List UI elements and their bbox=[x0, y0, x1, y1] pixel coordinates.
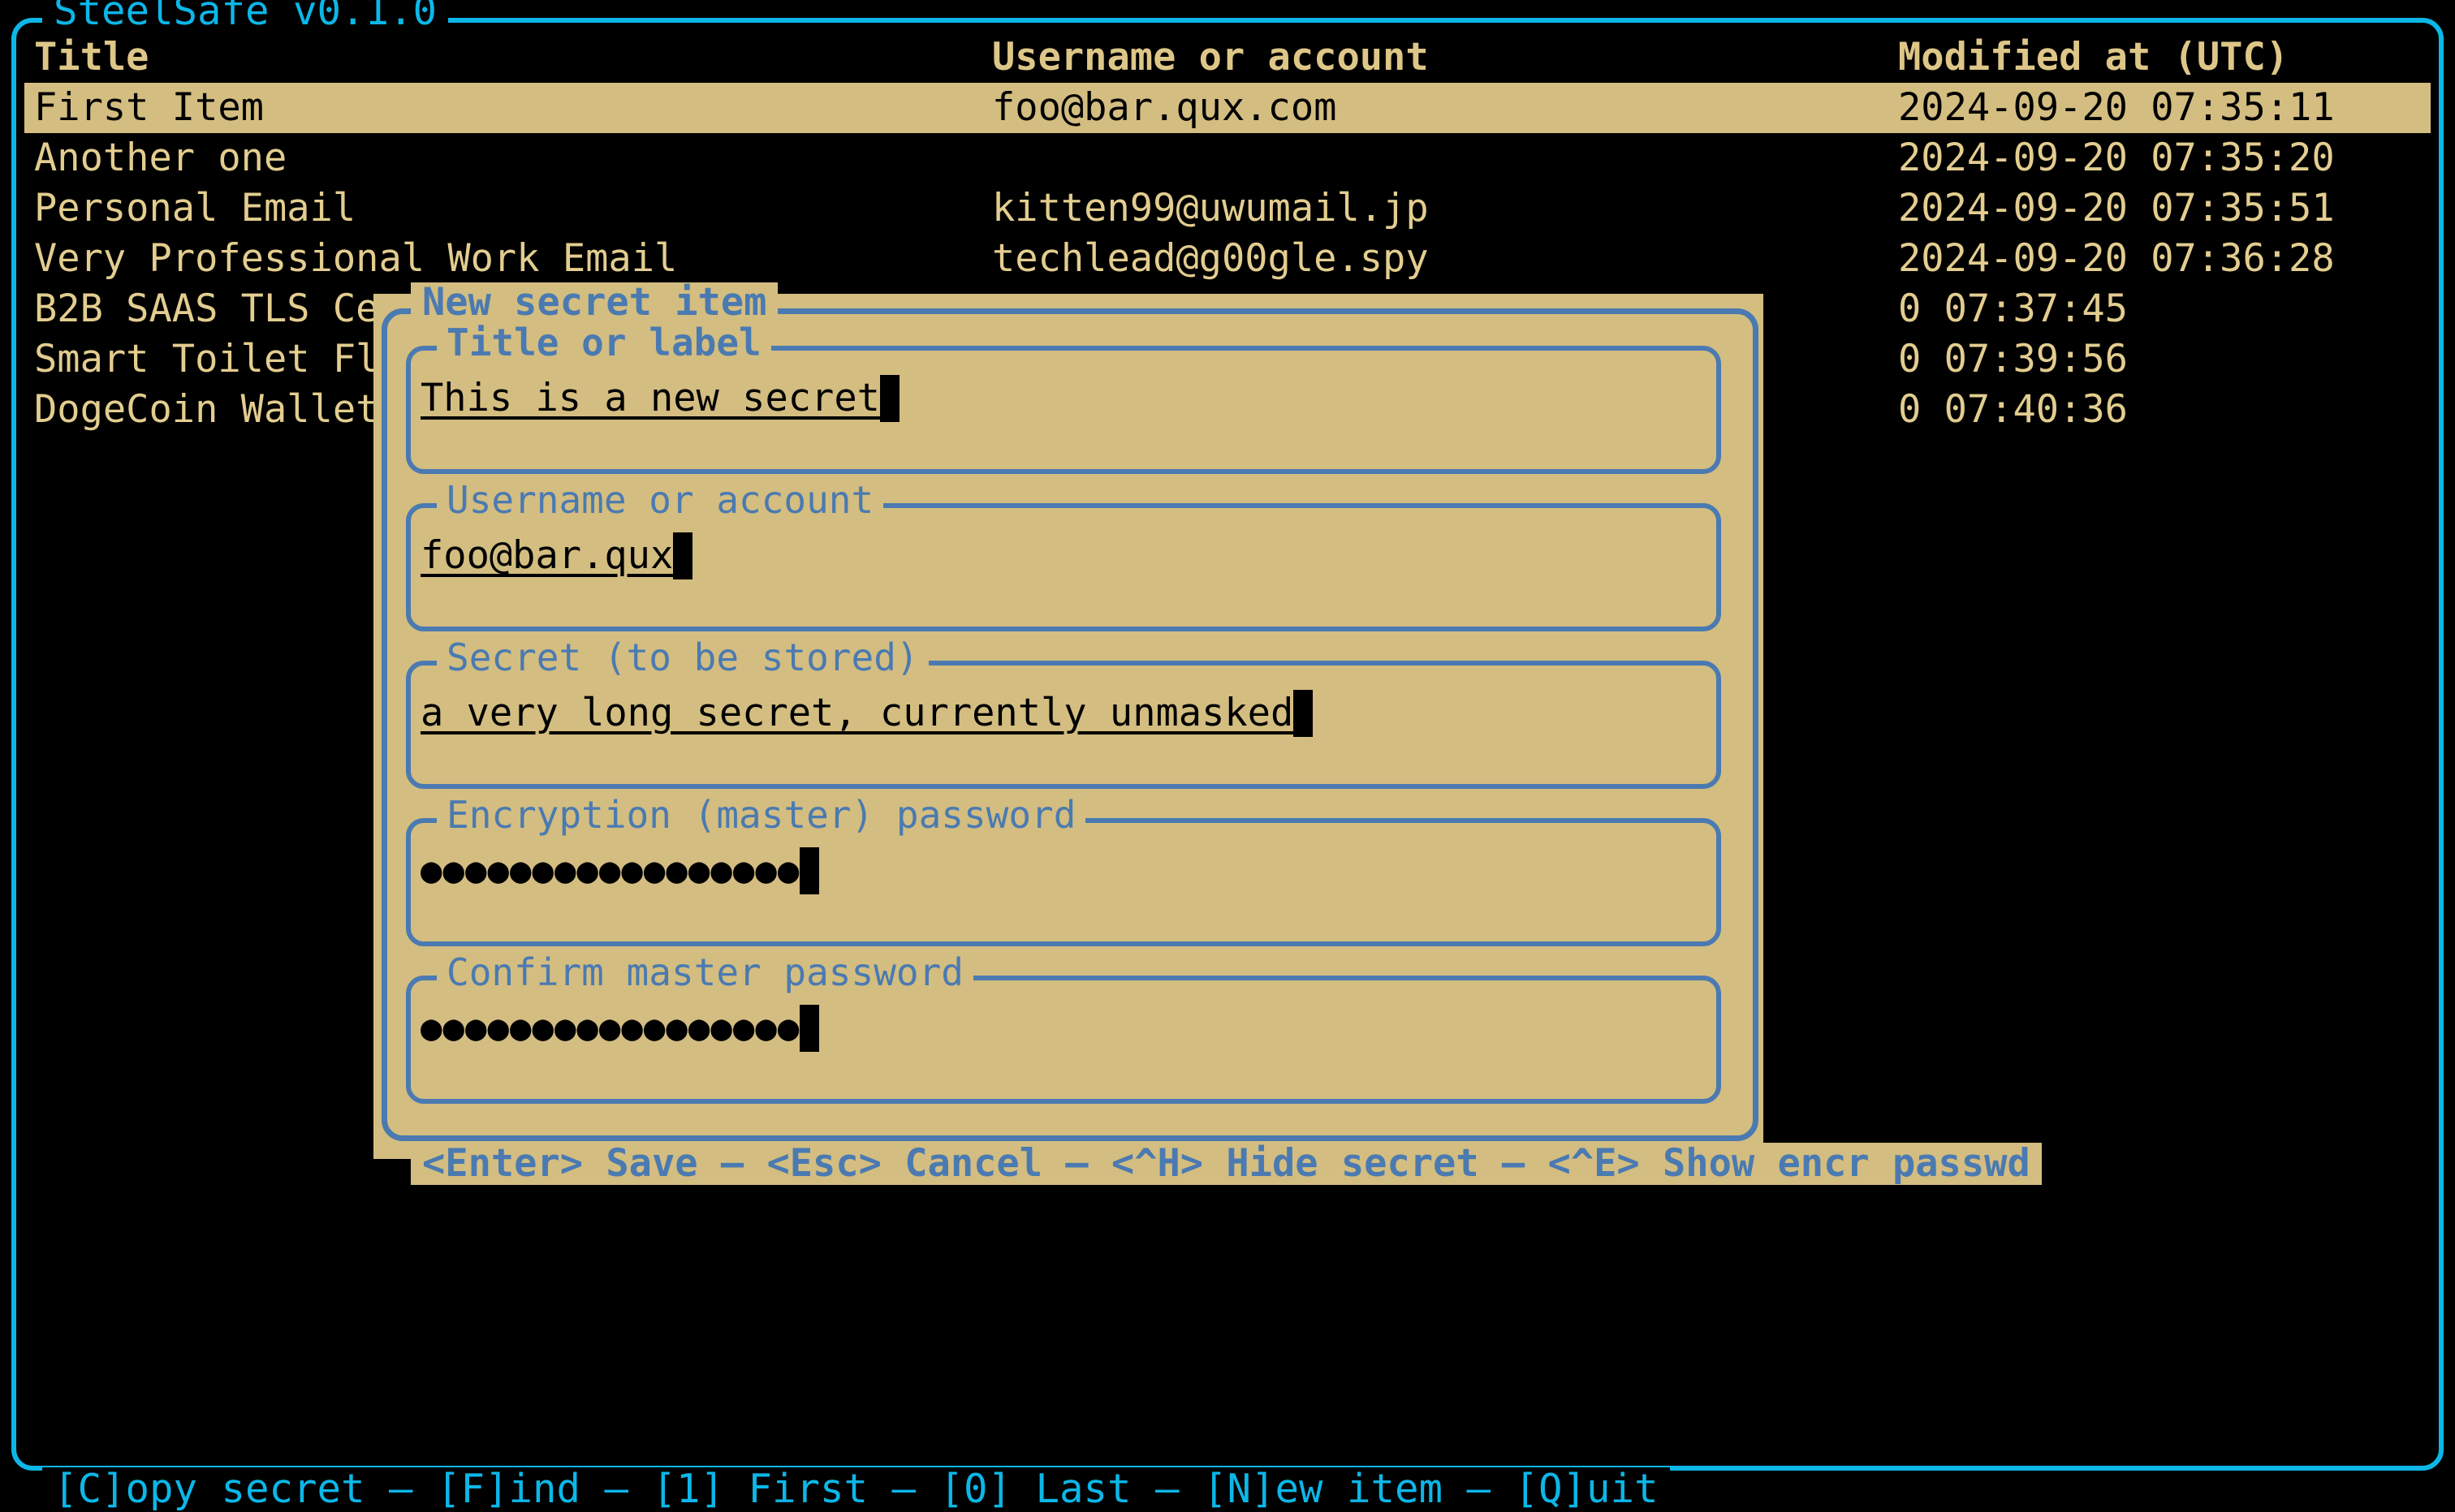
row-title: Another one bbox=[34, 136, 287, 180]
row-title: First Item bbox=[34, 85, 264, 130]
field-label: Confirm master password bbox=[437, 951, 973, 993]
text-cursor bbox=[1293, 690, 1314, 737]
field-label: Encryption (master) password bbox=[437, 794, 1086, 836]
row-username: techlead@g00gle.spy bbox=[992, 236, 1429, 281]
table-row[interactable]: Personal Email kitten99@uwumail.jp 2024-… bbox=[24, 183, 2431, 234]
row-modified: 2024-09-20 07:35:20 bbox=[1898, 136, 2335, 180]
secret-input[interactable]: a very long secret, currently unmasked bbox=[421, 690, 1293, 737]
table-header-row: Title Username or account Modified at (U… bbox=[24, 32, 2431, 83]
username-input[interactable]: foo@bar.qux bbox=[421, 532, 673, 579]
field-secret[interactable]: Secret (to be stored) a very long secret… bbox=[406, 636, 1721, 789]
row-username: foo@bar.qux.com bbox=[992, 85, 1337, 130]
new-secret-dialog[interactable]: New secret item Title or label This is a… bbox=[373, 282, 2042, 1185]
field-title-or-label[interactable]: Title or label This is a new secret bbox=[406, 321, 1721, 474]
row-modified: 0 07:39:56 bbox=[1898, 337, 2128, 381]
field-value-wrap[interactable]: ●●●●●●●●●●●●●●●●● bbox=[421, 847, 820, 894]
column-header-title: Title bbox=[34, 35, 149, 80]
field-value-wrap[interactable]: ●●●●●●●●●●●●●●●●● bbox=[421, 1005, 820, 1052]
text-cursor bbox=[673, 532, 693, 579]
title-input[interactable]: This is a new secret bbox=[421, 375, 880, 422]
window-keybinding-hints: [C]opy secret — [F]ind — [1] First — [0]… bbox=[42, 1467, 1670, 1511]
row-modified: 2024-09-20 07:35:51 bbox=[1898, 186, 2335, 230]
master-password-input[interactable]: ●●●●●●●●●●●●●●●●● bbox=[421, 847, 800, 894]
terminal-app: Title Username or account Modified at (U… bbox=[0, 0, 2455, 1511]
row-title: Very Professional Work Email bbox=[34, 236, 678, 281]
field-label: Username or account bbox=[437, 479, 884, 521]
field-label: Secret (to be stored) bbox=[437, 636, 929, 678]
field-confirm-master-password[interactable]: Confirm master password ●●●●●●●●●●●●●●●●… bbox=[406, 951, 1721, 1104]
column-header-username: Username or account bbox=[992, 35, 1429, 80]
text-cursor bbox=[800, 847, 820, 894]
field-value-wrap[interactable]: foo@bar.qux bbox=[421, 532, 693, 579]
text-cursor bbox=[800, 1005, 820, 1052]
field-label: Title or label bbox=[437, 321, 771, 364]
row-username: kitten99@uwumail.jp bbox=[992, 186, 1429, 230]
confirm-password-input[interactable]: ●●●●●●●●●●●●●●●●● bbox=[421, 1005, 800, 1052]
field-value-wrap[interactable]: This is a new secret bbox=[421, 375, 900, 422]
table-row[interactable]: Another one 2024-09-20 07:35:20 bbox=[24, 133, 2431, 183]
dialog-keybinding-hints: <Enter> Save — <Esc> Cancel — <^H> Hide … bbox=[411, 1143, 2042, 1185]
text-cursor bbox=[879, 375, 900, 422]
field-username-or-account[interactable]: Username or account foo@bar.qux bbox=[406, 479, 1721, 631]
row-modified: 0 07:37:45 bbox=[1898, 286, 2128, 331]
dialog-title: New secret item bbox=[411, 282, 779, 323]
column-header-modified: Modified at (UTC) bbox=[1898, 35, 2289, 80]
row-title: Personal Email bbox=[34, 186, 356, 230]
row-modified: 2024-09-20 07:35:11 bbox=[1898, 85, 2335, 130]
field-value-wrap[interactable]: a very long secret, currently unmasked bbox=[421, 690, 1314, 737]
table-row[interactable]: Very Professional Work Email techlead@g0… bbox=[24, 234, 2431, 284]
row-modified: 2024-09-20 07:36:28 bbox=[1898, 236, 2335, 281]
table-row[interactable]: First Item foo@bar.qux.com 2024-09-20 07… bbox=[24, 83, 2431, 133]
field-encryption-master-password[interactable]: Encryption (master) password ●●●●●●●●●●●… bbox=[406, 794, 1721, 946]
row-modified: 0 07:40:36 bbox=[1898, 387, 2128, 432]
window-title: SteelSafe v0.1.0 bbox=[42, 0, 449, 32]
